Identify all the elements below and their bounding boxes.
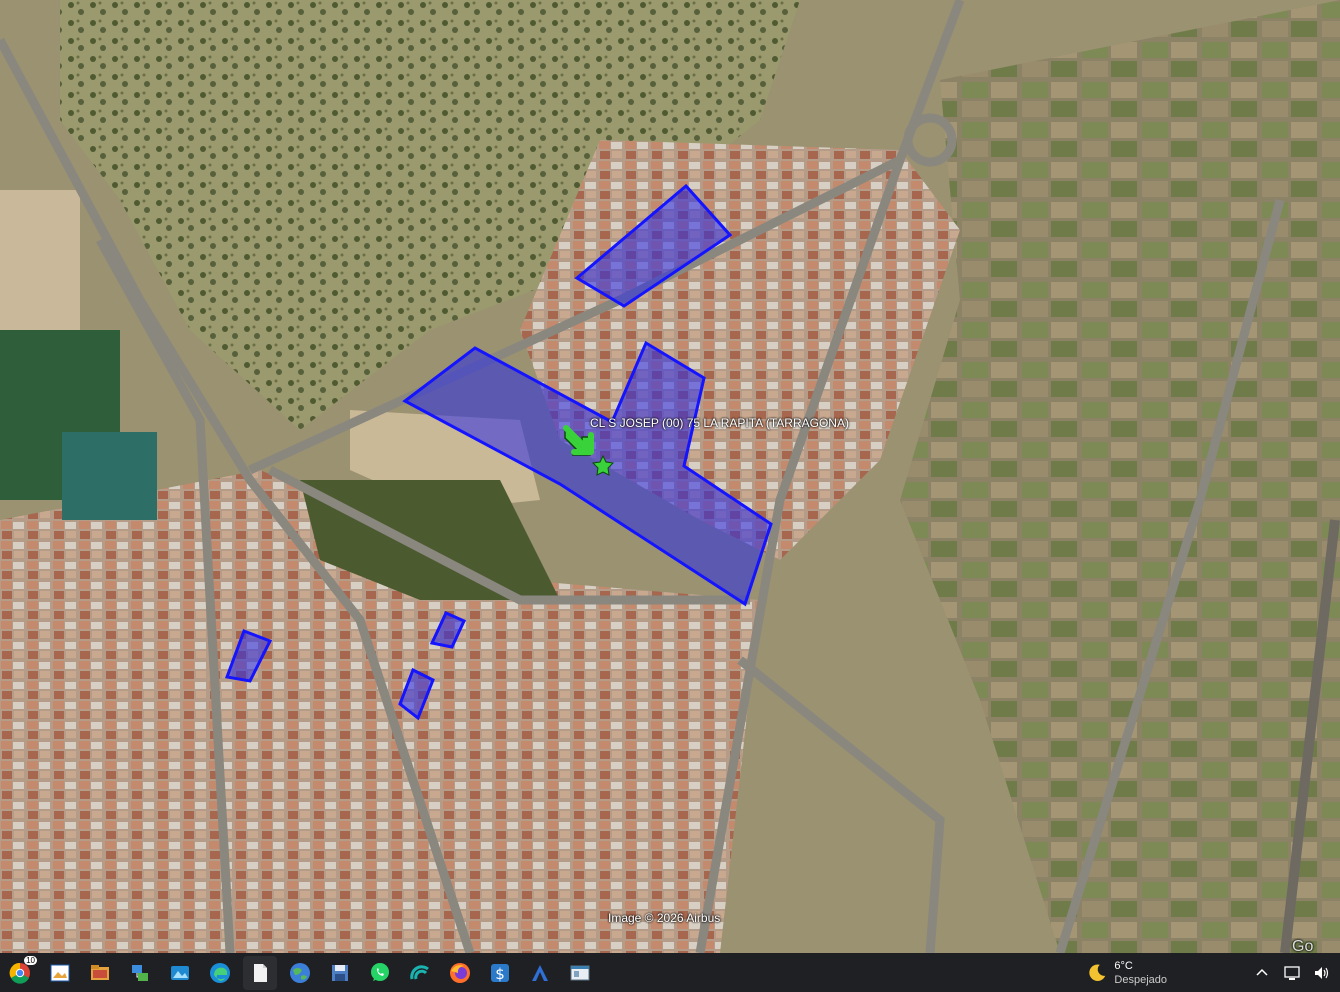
autocad-icon[interactable] [523,956,557,990]
svg-text:$: $ [495,965,505,983]
file-explorer-icon[interactable] [83,956,117,990]
satellite-map[interactable] [0,0,1340,953]
imagery-attribution: Image © 2026 Airbus [608,911,721,925]
image-viewer-icon[interactable] [43,956,77,990]
weather-widget[interactable]: 6°C Despejado [1086,959,1167,987]
notification-badge: 10 [24,955,37,965]
spreadsheet-window-icon[interactable] [563,956,597,990]
network-tool-icon[interactable] [123,956,157,990]
chevron-up-icon[interactable] [1250,961,1274,985]
teal-app-icon[interactable] [403,956,437,990]
whatsapp-icon[interactable] [363,956,397,990]
blank-document-icon[interactable] [243,955,277,990]
network-icon[interactable] [1280,961,1304,985]
photos-icon[interactable] [163,956,197,990]
volume-icon[interactable] [1310,961,1334,985]
save-disk-icon[interactable] [323,956,357,990]
firefox-icon[interactable] [443,956,477,990]
moon-icon [1089,963,1106,981]
system-tray: 6°C Despejado [1086,953,1340,992]
weather-condition: Despejado [1114,973,1167,986]
placemark-label: CL S JOSEP (00) 75 LA RAPITA (TARRAGONA) [590,416,849,430]
windows-taskbar: 10 $ 6°C Despejado [0,953,1340,992]
edge-icon[interactable] [203,956,237,990]
dollar-app-icon[interactable]: $ [483,956,517,990]
chrome-icon[interactable]: 10 [3,955,37,990]
weather-temperature: 6°C [1114,959,1133,972]
google-earth-icon[interactable] [283,956,317,990]
